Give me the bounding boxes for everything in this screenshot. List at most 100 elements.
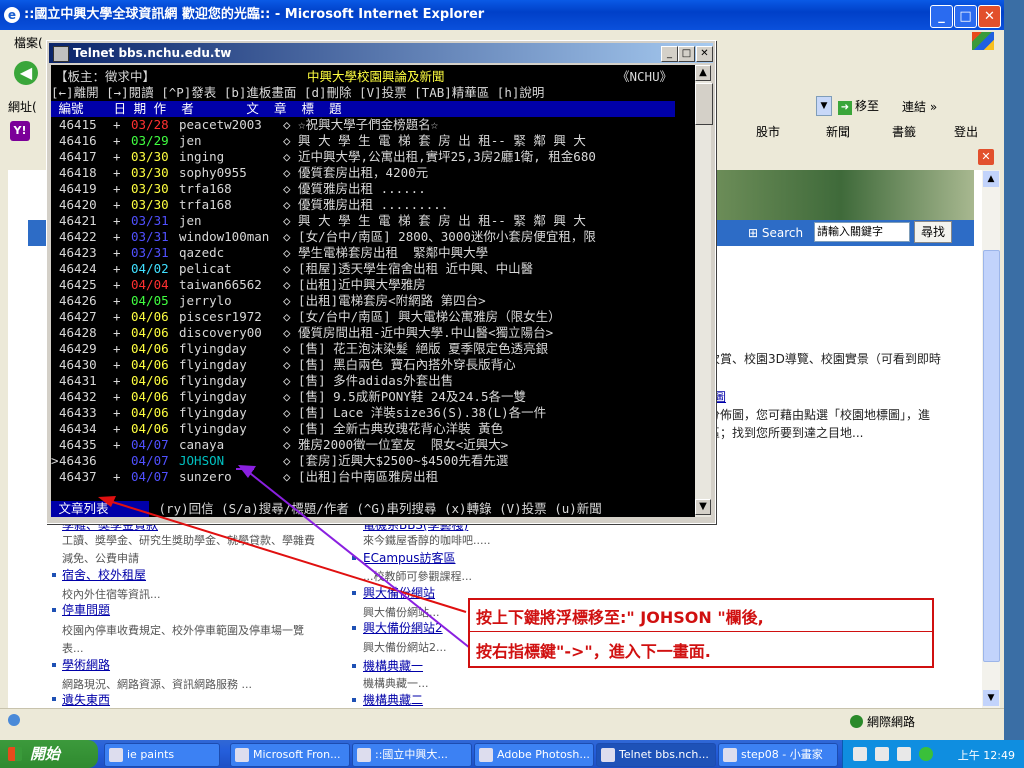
post-date: 04/02: [131, 261, 169, 276]
scroll-down-icon[interactable]: ▼: [983, 690, 999, 706]
telnet-task-icon: [601, 748, 615, 762]
left-link-5[interactable]: 學術網路: [62, 656, 110, 673]
post-number: 46427: [59, 309, 97, 324]
left-link-3[interactable]: 停車問題: [62, 601, 110, 618]
left-link-2[interactable]: 宿舍、校外租屋: [62, 566, 146, 583]
post-title: ◇ 優質雅房出租 ......: [283, 181, 426, 196]
page-scrollbar[interactable]: ▲ ▼: [982, 170, 1000, 708]
bbs-terminal[interactable]: 【板主：徵求中】 中興大學校園興論及新聞 《NCHU》 [←]離開 [→]閱讀 …: [51, 65, 695, 517]
post-mark: +: [113, 373, 121, 388]
right-desc-0: 來今鐵屋香醇的咖啡吧.....: [363, 534, 491, 547]
back-arrow-icon[interactable]: ◀: [14, 61, 38, 85]
post-number: 46424: [59, 261, 97, 276]
close-button[interactable]: ✕: [978, 5, 1001, 28]
post-cursor: [51, 309, 59, 325]
post-title: ◇ 學生電梯套房出租 緊鄰中興大學: [283, 245, 489, 260]
left-desc-2: 校內外住宿等資訊...: [62, 588, 161, 601]
keyboard-icon[interactable]: [853, 747, 867, 761]
yahoo-stocks[interactable]: 股市: [756, 123, 780, 140]
telnet-title-bar[interactable]: Telnet bbs.nchu.edu.tw _ □ ✕: [49, 43, 713, 63]
links-label: 連結: [902, 100, 927, 114]
search-input[interactable]: 請輸入關鍵字: [814, 222, 910, 242]
post-author: piscesr1972: [179, 309, 262, 324]
scroll-thumb[interactable]: [983, 250, 1000, 662]
telnet-scrollbar[interactable]: ▲ ▼: [695, 65, 713, 517]
post-mark: +: [113, 133, 121, 148]
post-title: ◇ 優質房間出租-近中興大學.中山醫<獨立陽台>: [283, 325, 554, 340]
help-icon[interactable]: [875, 747, 889, 761]
post-author: trfa168: [179, 181, 232, 196]
post-number: 46437: [59, 469, 97, 484]
post-author: sophy0955: [179, 165, 247, 180]
post-title: ◇ [售] 全新古典玫瑰花背心洋裝 黃色: [283, 421, 504, 436]
post-title: ◇ [售] 黑白兩色 寶石內搭外穿長版背心: [283, 357, 516, 372]
start-button[interactable]: 開始: [0, 740, 98, 768]
scroll-up-icon[interactable]: ▲: [983, 171, 999, 187]
post-title: ◇ [售] 多件adidas外套出售: [283, 373, 454, 388]
right-link-1[interactable]: ECampus訪客區: [363, 549, 455, 566]
start-label: 開始: [30, 745, 61, 763]
yahoo-news[interactable]: 新聞: [826, 123, 850, 140]
telnet-window: Telnet bbs.nchu.edu.tw _ □ ✕ 【板主：徵求中】 中興…: [46, 40, 716, 524]
yahoo-logout[interactable]: 登出: [954, 123, 978, 140]
bullet-icon: [352, 556, 356, 560]
task-paint[interactable]: step08 - 小畫家: [718, 743, 838, 767]
task-frontpage[interactable]: Microsoft Fron...: [230, 743, 350, 767]
telnet-scroll-down-icon[interactable]: ▼: [695, 499, 711, 515]
post-author: jerrylo: [179, 293, 232, 308]
post-cursor: [51, 245, 59, 261]
post-title: ◇ 雅房2000徵一位室友 限女<近興大>: [283, 437, 509, 452]
maximize-button[interactable]: □: [954, 5, 977, 28]
post-author: sunzero: [179, 469, 232, 484]
status-icon[interactable]: [919, 747, 933, 761]
post-number: 46436: [59, 453, 97, 468]
right-link-2[interactable]: 興大備份網站: [363, 584, 435, 601]
task-telnet[interactable]: Telnet bbs.nch...: [596, 743, 716, 767]
yahoo-bookmarks[interactable]: 書籤: [892, 123, 916, 140]
post-mark: +: [113, 181, 121, 196]
post-date: 04/06: [131, 389, 169, 404]
close-tab-icon[interactable]: ✕: [978, 149, 994, 165]
right-link-4[interactable]: 機構典藏一: [363, 657, 423, 674]
paint-icon: [723, 748, 737, 762]
telnet-maximize-button[interactable]: □: [678, 46, 695, 62]
address-dropdown-icon[interactable]: ▼: [816, 96, 832, 116]
post-number: 46432: [59, 389, 97, 404]
post-cursor: [51, 181, 59, 197]
post-mark: +: [113, 165, 121, 180]
post-cursor: [51, 325, 59, 341]
intro-text-3: 分佈圖，您可藉由點選「校園地標圖」，進: [708, 408, 931, 422]
right-link-3[interactable]: 興大備份網站2: [363, 619, 443, 636]
yahoo-logo-icon[interactable]: Y!: [10, 121, 30, 141]
post-number: 46425: [59, 277, 97, 292]
post-cursor: [51, 405, 59, 421]
minimize-button[interactable]: _: [930, 5, 953, 28]
telnet-scroll-thumb[interactable]: [695, 83, 713, 125]
post-number: 46422: [59, 229, 97, 244]
post-date: 03/30: [131, 149, 169, 164]
telnet-scroll-up-icon[interactable]: ▲: [695, 65, 711, 81]
task-ie-paints[interactable]: ie paints: [104, 743, 220, 767]
network-icon[interactable]: [897, 747, 911, 761]
menu-file[interactable]: 檔案(: [14, 34, 43, 51]
post-author: flyingday: [179, 421, 247, 436]
post-author: peacetw2003: [179, 117, 262, 132]
task-ie[interactable]: ::國立中興大...: [352, 743, 472, 767]
post-cursor: [51, 389, 59, 405]
left-link-6[interactable]: 遺失東西: [62, 691, 110, 708]
go-button[interactable]: ➜ 移至: [838, 97, 879, 115]
left-desc-5: 網路現況、網路資源、資訊網路服務 ...: [62, 678, 252, 691]
ie-title-bar[interactable]: e ::國立中興大學全球資訊網 歡迎您的光臨:: - Microsoft Int…: [0, 0, 1004, 30]
telnet-minimize-button[interactable]: _: [661, 46, 678, 62]
links-button[interactable]: 連結 »: [902, 98, 937, 115]
post-date: 04/07: [131, 437, 169, 452]
post-number: 46421: [59, 213, 97, 228]
task-photoshop[interactable]: Adobe Photosh...: [474, 743, 594, 767]
right-desc-1: ...校教師可參觀課程...: [363, 570, 472, 583]
post-date: 03/28: [131, 117, 169, 132]
footer-label: 文章列表: [51, 501, 117, 516]
right-link-5[interactable]: 機構典藏二: [363, 691, 423, 708]
search-button[interactable]: 尋找: [914, 221, 952, 243]
post-number: 46417: [59, 149, 97, 164]
telnet-close-button[interactable]: ✕: [696, 46, 713, 62]
